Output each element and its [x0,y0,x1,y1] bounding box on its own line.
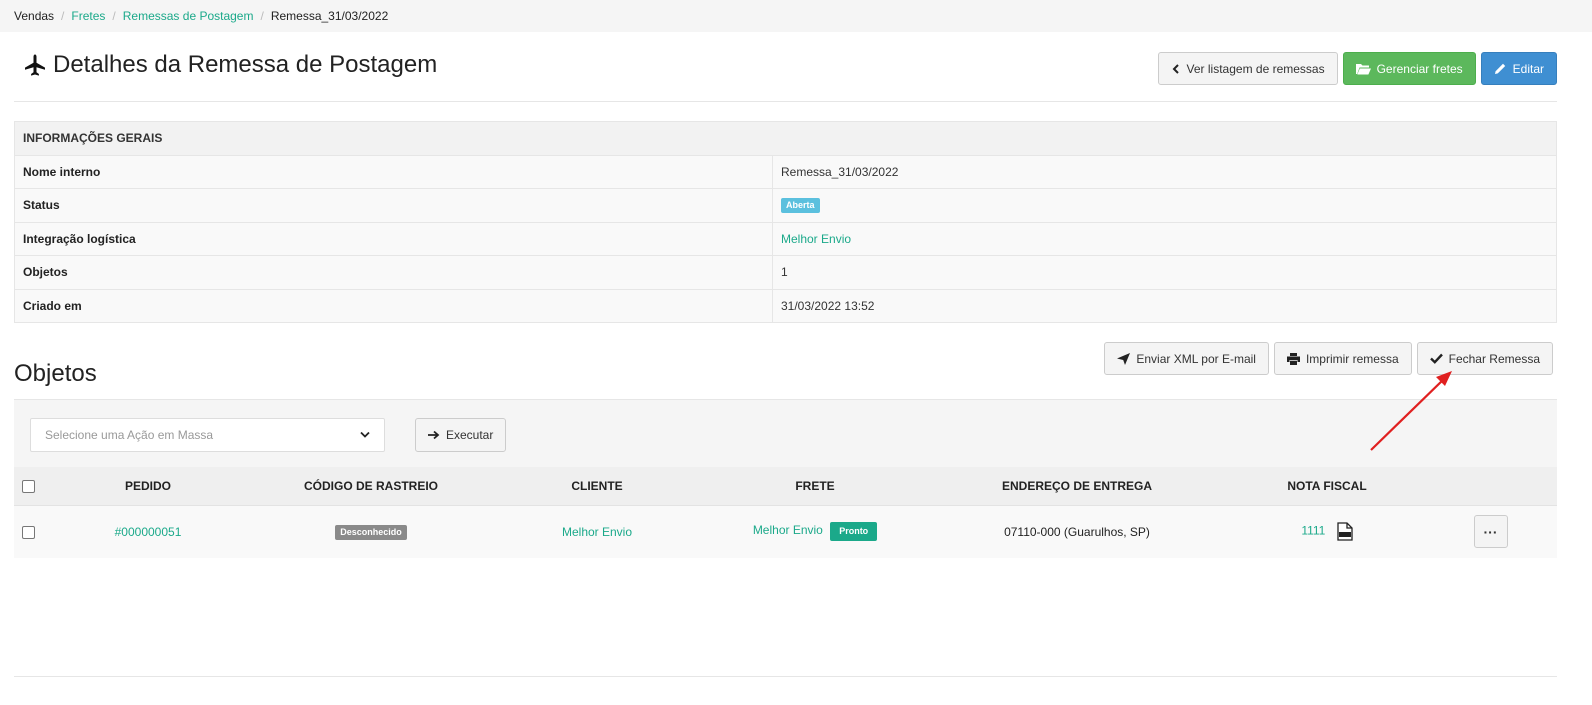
objects-title: Objetos [14,360,97,387]
order-link[interactable]: #000000051 [115,525,182,539]
info-label: Integração logística [14,221,773,256]
column-header-cliente[interactable]: CLIENTE [488,467,706,506]
page-header: Detalhes da Remessa de Postagem Ver list… [14,32,1557,102]
folder-open-icon [1355,63,1371,74]
select-all-cell [14,467,42,506]
general-info-table: INFORMAÇÕES GERAIS Nome interno Remessa_… [14,121,1557,323]
column-header-rastreio[interactable]: CÓDIGO DE RASTREIO [254,467,488,506]
info-value: Aberta [772,188,1557,222]
column-header-nota-fiscal[interactable]: NOTA FISCAL [1230,467,1424,506]
printer-icon [1286,352,1300,365]
breadcrumb-separator: / [61,9,65,23]
info-row: Status Aberta [14,188,1557,222]
info-row: Objetos 1 [14,255,1557,289]
view-list-button[interactable]: Ver listagem de remessas [1157,52,1338,85]
info-row: Nome interno Remessa_31/03/2022 [14,154,1557,189]
arrow-right-icon [428,430,440,440]
info-value: 1 [772,255,1557,289]
view-list-label: Ver listagem de remessas [1186,61,1325,76]
shipping-cell: Melhor Envio Pronto [706,505,924,558]
client-link[interactable]: Melhor Envio [562,525,632,539]
pencil-icon [1494,63,1505,74]
send-xml-label: Enviar XML por E-mail [1136,351,1256,366]
table-header-row: PEDIDO CÓDIGO DE RASTREIO CLIENTE FRETE … [14,467,1557,506]
client-cell: Melhor Envio [488,505,706,558]
table-row: #000000051 Desconhecido Melhor Envio Mel… [14,505,1557,558]
column-header-frete[interactable]: FRETE [706,467,924,506]
annotation-arrow [1370,371,1452,451]
execute-button[interactable]: Executar [415,418,507,452]
mass-action-placeholder: Selecione uma Ação em Massa [45,428,214,442]
xml-file-icon[interactable] [1337,522,1353,541]
objects-actions: Enviar XML por E-mail Imprimir remessa F… [1104,342,1553,375]
shipping-link[interactable]: Melhor Envio [753,523,823,537]
general-info-heading: INFORMAÇÕES GERAIS [14,121,1557,155]
manage-shipping-label: Gerenciar fretes [1376,61,1463,76]
page-title: Detalhes da Remessa de Postagem [23,51,437,79]
column-header-pedido[interactable]: PEDIDO [42,467,254,506]
mass-action-bar: Selecione uma Ação em Massa Executar [14,399,1557,467]
row-checkbox[interactable] [21,525,35,539]
paper-plane-icon [1117,352,1131,365]
row-select-cell [14,505,42,558]
objects-table: PEDIDO CÓDIGO DE RASTREIO CLIENTE FRETE … [14,467,1557,558]
status-badge: Aberta [781,198,820,214]
info-label: Objetos [14,255,773,289]
invoice-link[interactable]: 1111 [1301,524,1325,538]
shipping-status-badge: Pronto [830,522,878,542]
tracking-cell: Desconhecido [254,505,488,558]
info-value: Melhor Envio [772,221,1557,256]
info-value: 31/03/2022 13:52 [772,288,1557,323]
breadcrumb-item-vendas[interactable]: Vendas [14,9,54,23]
edit-button[interactable]: Editar [1480,52,1557,85]
edit-label: Editar [1512,61,1544,76]
breadcrumb-item-remessas[interactable]: Remessas de Postagem [123,9,254,23]
info-label: Criado em [14,288,773,323]
info-row: Integração logística Melhor Envio [14,221,1557,256]
breadcrumb-item-current: Remessa_31/03/2022 [270,9,389,23]
info-row: Criado em 31/03/2022 13:52 [14,288,1557,323]
invoice-cell: 1111 [1230,505,1424,558]
manage-shipping-button[interactable]: Gerenciar fretes [1342,52,1476,85]
info-label: Status [14,188,773,222]
plane-icon [25,54,45,76]
select-all-checkbox[interactable] [21,479,35,493]
page-title-text: Detalhes da Remessa de Postagem [53,51,438,78]
breadcrumb: Vendas / Fretes / Remessas de Postagem /… [0,0,1592,32]
info-label: Nome interno [14,154,773,189]
chevron-left-icon [1172,63,1179,74]
column-header-actions [1424,467,1557,506]
footer-divider [14,676,1557,677]
chevron-down-icon [360,431,370,438]
breadcrumb-item-fretes[interactable]: Fretes [71,9,105,23]
tracking-badge: Desconhecido [335,524,407,540]
address-cell: 07110-000 (Guarulhos, SP) [924,505,1230,558]
send-xml-button[interactable]: Enviar XML por E-mail [1104,342,1269,375]
order-cell: #000000051 [42,505,254,558]
integration-link[interactable]: Melhor Envio [781,232,851,246]
mass-action-select[interactable]: Selecione uma Ação em Massa [30,418,385,452]
column-header-endereco[interactable]: ENDEREÇO DE ENTREGA [924,467,1230,506]
info-value: Remessa_31/03/2022 [772,154,1557,189]
more-actions-button[interactable]: ··· [1473,515,1508,549]
row-actions-cell: ··· [1424,505,1557,558]
breadcrumb-separator: / [112,9,116,23]
header-actions: Ver listagem de remessas Gerenciar frete… [1157,52,1557,85]
breadcrumb-separator: / [260,9,264,23]
execute-label: Executar [446,428,494,442]
